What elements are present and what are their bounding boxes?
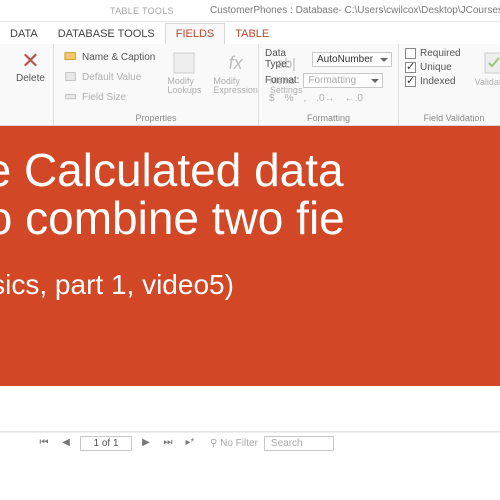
nav-prev-button[interactable]: ◀ — [58, 436, 74, 452]
checkbox-icon — [405, 62, 416, 73]
percent-button[interactable]: % — [281, 91, 298, 106]
group-label-formatting: Formatting — [265, 113, 392, 123]
bottom-padding — [0, 454, 500, 500]
modify-lookups-button[interactable]: Modify Lookups — [163, 48, 205, 97]
increase-decimals-button[interactable]: .0→ — [312, 91, 338, 106]
ribbon: ✕ Delete Name & Caption Default Value Fi… — [0, 44, 500, 126]
checkbox-icon — [405, 76, 416, 87]
overlay-line-3: basics, part 1, video5) — [0, 269, 500, 301]
default-value-button[interactable]: Default Value — [60, 68, 159, 86]
required-checkbox[interactable]: Required — [405, 48, 461, 59]
delete-button[interactable]: ✕ Delete — [12, 48, 49, 86]
tab-database-tools[interactable]: DATABASE TOOLS — [48, 24, 165, 44]
prev-icon: ◀ — [62, 437, 70, 448]
new-record-icon: ▸* — [186, 437, 195, 448]
currency-icon: $ — [269, 93, 275, 104]
dec-dec-icon: ←.0 — [345, 93, 363, 104]
overlay-line-2: to combine two fie — [0, 194, 500, 242]
contextual-tab-group-label: TABLE TOOLS — [110, 6, 174, 16]
record-position[interactable]: 1 of 1 — [80, 436, 132, 451]
tab-table[interactable]: TABLE — [225, 24, 279, 44]
last-icon: ⏭ — [164, 437, 173, 448]
window-title: CustomerPhones : Database- C:\Users\cwil… — [210, 5, 500, 16]
ribbon-tabs: DATA DATABASE TOOLS FIELDS TABLE — [0, 22, 500, 44]
no-filter-indicator[interactable]: ⚲ No Filter — [210, 438, 258, 449]
checkbox-icon — [405, 48, 416, 59]
group-properties: Name & Caption Default Value Field Size … — [54, 44, 259, 125]
first-icon: ⏮ — [40, 437, 49, 448]
group-label-validation: Field Validation — [405, 113, 500, 123]
title-bar: TABLE TOOLS CustomerPhones : Database- C… — [0, 0, 500, 22]
validation-button[interactable]: Validation — [471, 48, 500, 89]
unique-checkbox[interactable]: Unique — [405, 62, 461, 73]
lookup-icon — [171, 50, 197, 76]
group-formatting: Data Type: AutoNumber Format: Formatting… — [259, 44, 399, 125]
currency-button[interactable]: $ — [265, 91, 279, 106]
nav-last-button[interactable]: ⏭ — [160, 436, 176, 452]
modify-expression-button[interactable]: fx Modify Expression — [209, 48, 262, 97]
nav-first-button[interactable]: ⏮ — [36, 436, 52, 452]
comma-button[interactable]: , — [299, 91, 310, 106]
overlay-line-1: he Calculated data — [0, 146, 500, 194]
next-icon: ▶ — [142, 437, 150, 448]
record-navigator: ⏮ ◀ 1 of 1 ▶ ⏭ ▸* ⚲ No Filter Search — [0, 432, 500, 454]
delete-icon: ✕ — [21, 50, 39, 72]
tab-fields[interactable]: FIELDS — [165, 23, 226, 44]
group-validation: Required Unique Indexed Validation Field… — [399, 44, 500, 125]
data-type-label: Data Type: — [265, 48, 308, 70]
name-caption-button[interactable]: Name & Caption — [60, 48, 159, 66]
decrease-decimals-button[interactable]: ←.0 — [341, 91, 367, 106]
delete-label: Delete — [16, 73, 45, 84]
comma-icon: , — [303, 93, 306, 104]
validation-icon — [481, 50, 500, 76]
format-select[interactable]: Formatting — [303, 73, 383, 88]
nav-new-button[interactable]: ▸* — [182, 436, 198, 452]
fx-icon: fx — [223, 50, 249, 76]
format-label: Format: — [265, 75, 299, 86]
value-icon — [64, 70, 78, 84]
field-size-button[interactable]: Field Size — [60, 88, 159, 106]
data-type-select[interactable]: AutoNumber — [312, 52, 392, 67]
size-icon — [64, 90, 78, 104]
tag-icon — [64, 50, 78, 64]
percent-icon: % — [285, 93, 294, 104]
filter-icon: ⚲ — [210, 438, 217, 449]
record-search-input[interactable]: Search — [264, 436, 334, 451]
indexed-checkbox[interactable]: Indexed — [405, 76, 461, 87]
video-title-overlay: he Calculated data to combine two fie ba… — [0, 126, 500, 386]
nav-next-button[interactable]: ▶ — [138, 436, 154, 452]
group-add-delete: ✕ Delete — [2, 44, 54, 125]
group-label-properties: Properties — [60, 113, 252, 123]
inc-dec-icon: .0→ — [316, 93, 334, 104]
tab-data[interactable]: DATA — [0, 24, 48, 44]
